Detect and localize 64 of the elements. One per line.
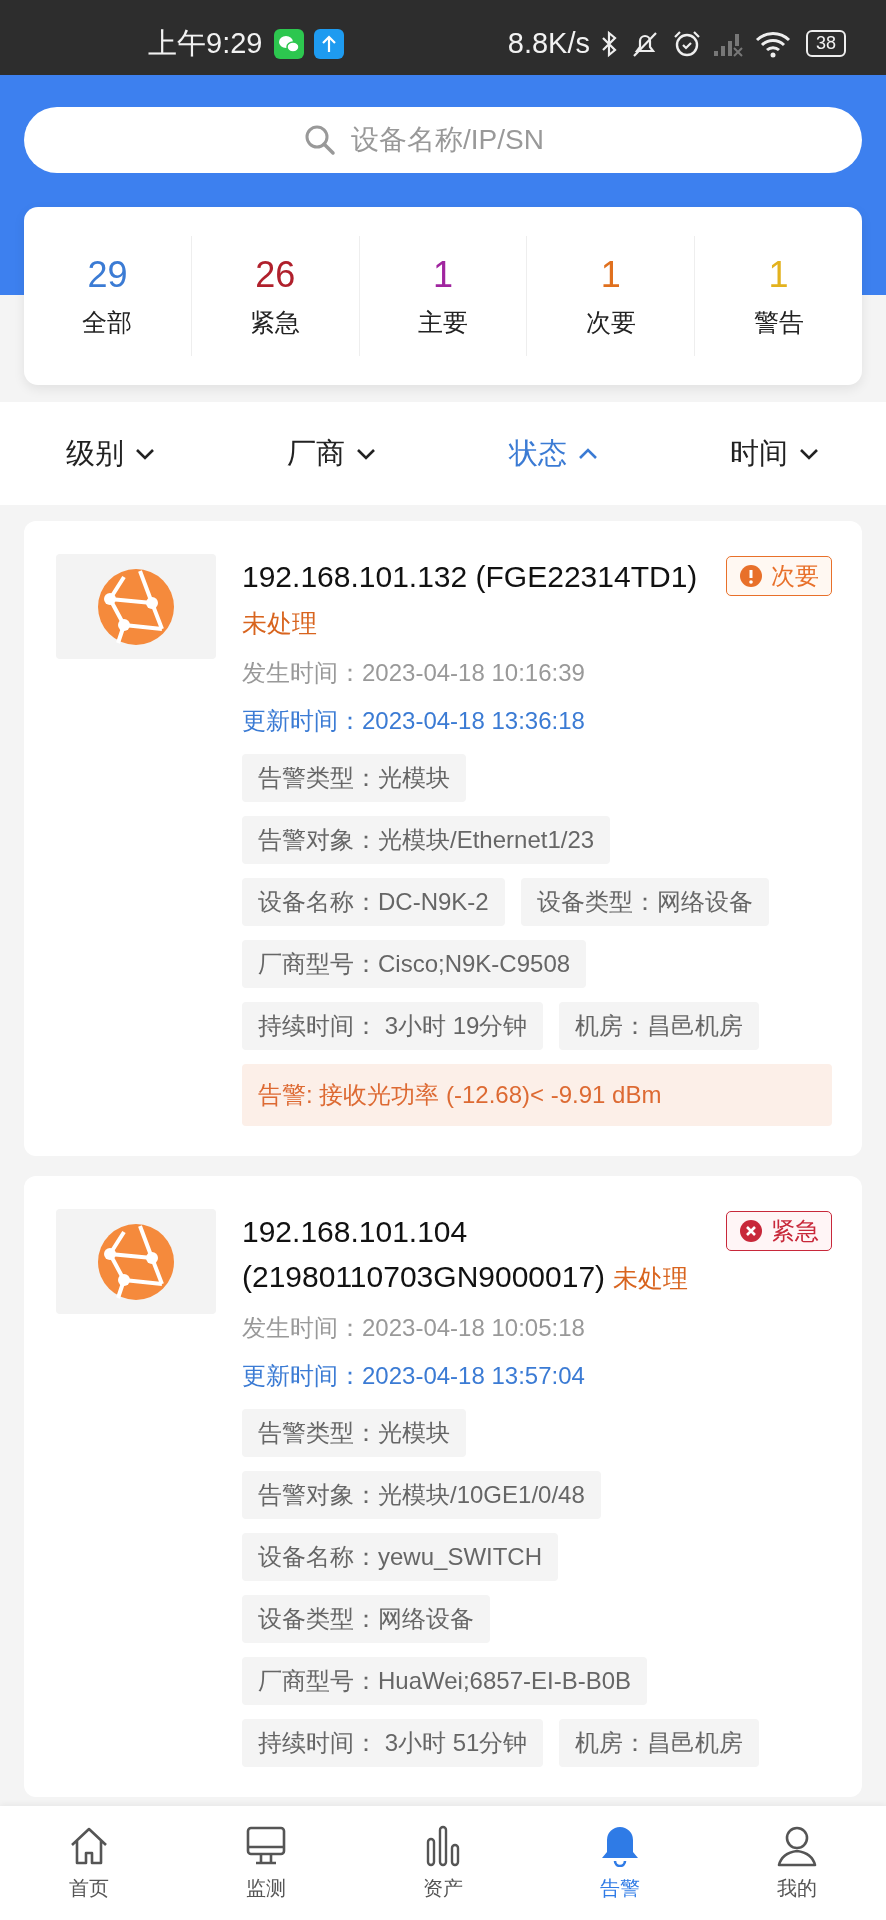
alarm-count: 1 bbox=[432, 253, 453, 296]
alarm-count: 29 bbox=[87, 253, 128, 296]
detail-tag: 机房：昌邑机房 bbox=[559, 1719, 760, 1767]
filter-dropdown[interactable]: 级别 bbox=[0, 433, 222, 474]
occurred-time: 发生时间：2023-04-18 10:05:18 bbox=[242, 1313, 586, 1343]
nav-tab[interactable]: 监测 bbox=[177, 1806, 355, 1920]
filter-dropdown[interactable]: 时间 bbox=[664, 433, 886, 474]
updated-time: 更新时间：2023-04-18 13:57:04 bbox=[242, 1361, 586, 1391]
device-title: 192.168.101.104 (21980110703GN9000017) 未处理 bbox=[242, 1214, 690, 1295]
alarm-message: 告警: 接收光功率 (-12.68)< -9.91 dBm bbox=[242, 1064, 832, 1126]
caret-icon bbox=[133, 446, 156, 461]
detail-tag: 告警类型：光模块 bbox=[242, 754, 466, 802]
network-speed: 8.8K/s bbox=[507, 27, 590, 60]
filter-dropdown[interactable]: 状态 bbox=[443, 433, 665, 474]
exclamation-circle-icon bbox=[739, 564, 763, 588]
detail-tag: 设备名称：yewu_SWITCH bbox=[242, 1533, 559, 1581]
alarm-card[interactable] bbox=[24, 521, 862, 1156]
severity-badge: 次要 bbox=[726, 556, 832, 596]
detail-tag: 告警类型：光模块 bbox=[242, 1409, 466, 1457]
alarm-category[interactable]: 警告 bbox=[753, 305, 804, 339]
occurred-time: 发生时间：2023-04-18 10:16:39 bbox=[242, 658, 586, 688]
severity-badge: 紧急 bbox=[726, 1211, 832, 1251]
chat-app-icon bbox=[274, 28, 305, 59]
search-bar[interactable]: 设备名称/IP/SN bbox=[24, 107, 862, 173]
alarm-count: 1 bbox=[600, 253, 621, 296]
bluetooth-icon bbox=[599, 28, 618, 59]
search-icon bbox=[303, 123, 337, 157]
detail-tag: 持续时间： 3小时 51分钟 bbox=[242, 1719, 544, 1767]
search-field[interactable]: 设备名称/IP/SN bbox=[349, 123, 583, 157]
monitor-icon bbox=[244, 1824, 287, 1867]
nav-tab[interactable]: 告警 bbox=[531, 1806, 709, 1920]
alarm-category[interactable]: 紧急 bbox=[250, 305, 301, 339]
status-time: 上午9:29 bbox=[148, 25, 263, 61]
caret-icon bbox=[355, 446, 378, 461]
updated-time: 更新时间：2023-04-18 13:36:18 bbox=[242, 706, 586, 736]
filter-dropdown[interactable]: 厂商 bbox=[221, 433, 443, 474]
detail-tag: 设备名称：DC-N9K-2 bbox=[242, 878, 505, 926]
nav-tab[interactable]: 我的 bbox=[708, 1806, 886, 1920]
processing-status: 未处理 bbox=[242, 609, 317, 637]
device-title: 192.168.101.132 (FGE22314TD1) 未处理 bbox=[242, 559, 699, 639]
processing-status: 未处理 bbox=[613, 1264, 689, 1292]
alarm-category[interactable]: 次要 bbox=[585, 305, 636, 339]
nav-tab[interactable]: 资产 bbox=[354, 1806, 532, 1920]
detail-tag: 告警对象：光模块/10GE1/0/48 bbox=[242, 1471, 601, 1519]
detail-tag: 持续时间： 3小时 19分钟 bbox=[242, 1002, 544, 1050]
alarm-count: 26 bbox=[255, 253, 296, 296]
network-globe-icon bbox=[96, 566, 176, 647]
alarm-category[interactable]: 全部 bbox=[82, 305, 133, 339]
caret-icon bbox=[798, 446, 821, 461]
cross-circle-icon bbox=[739, 1219, 763, 1243]
nav-tab[interactable]: 首页 bbox=[0, 1806, 178, 1920]
detail-tag: 机房：昌邑机房 bbox=[559, 1002, 760, 1050]
detail-tag: 设备类型：网络设备 bbox=[520, 878, 769, 926]
alarm-card[interactable]: 192.168.101.104 (21980110703GN9000017) 未处理 紧急 发生时间：2023-04-18 10:05:18 更新时间：2023-04-18 13:57:04 告警类型：光模块 告警对象：光模块/10GE1/0/48 设备名称：yewu_SWITCH 设备类型：网络设备 厂商型号：HuaWei;6857-EI-B-B0B 持续时间： 3小时 51分钟 机房：昌邑机房 bbox=[24, 1176, 862, 1797]
alarm-category[interactable]: 主要 bbox=[418, 305, 468, 339]
battery-indicator: 38 bbox=[805, 30, 846, 57]
detail-tag: 厂商型号：Cisco;N9K-C9508 bbox=[242, 940, 587, 988]
detail-tag: 厂商型号：HuaWei;6857-EI-B-B0B bbox=[242, 1657, 647, 1705]
detail-tag: 设备类型：网络设备 bbox=[242, 1595, 490, 1643]
alarm-count: 1 bbox=[768, 253, 789, 296]
network-globe-icon bbox=[96, 1221, 176, 1302]
upload-icon bbox=[314, 28, 345, 59]
detail-tag: 告警对象：光模块/Ethernet1/23 bbox=[242, 816, 611, 864]
user-icon bbox=[776, 1824, 819, 1867]
